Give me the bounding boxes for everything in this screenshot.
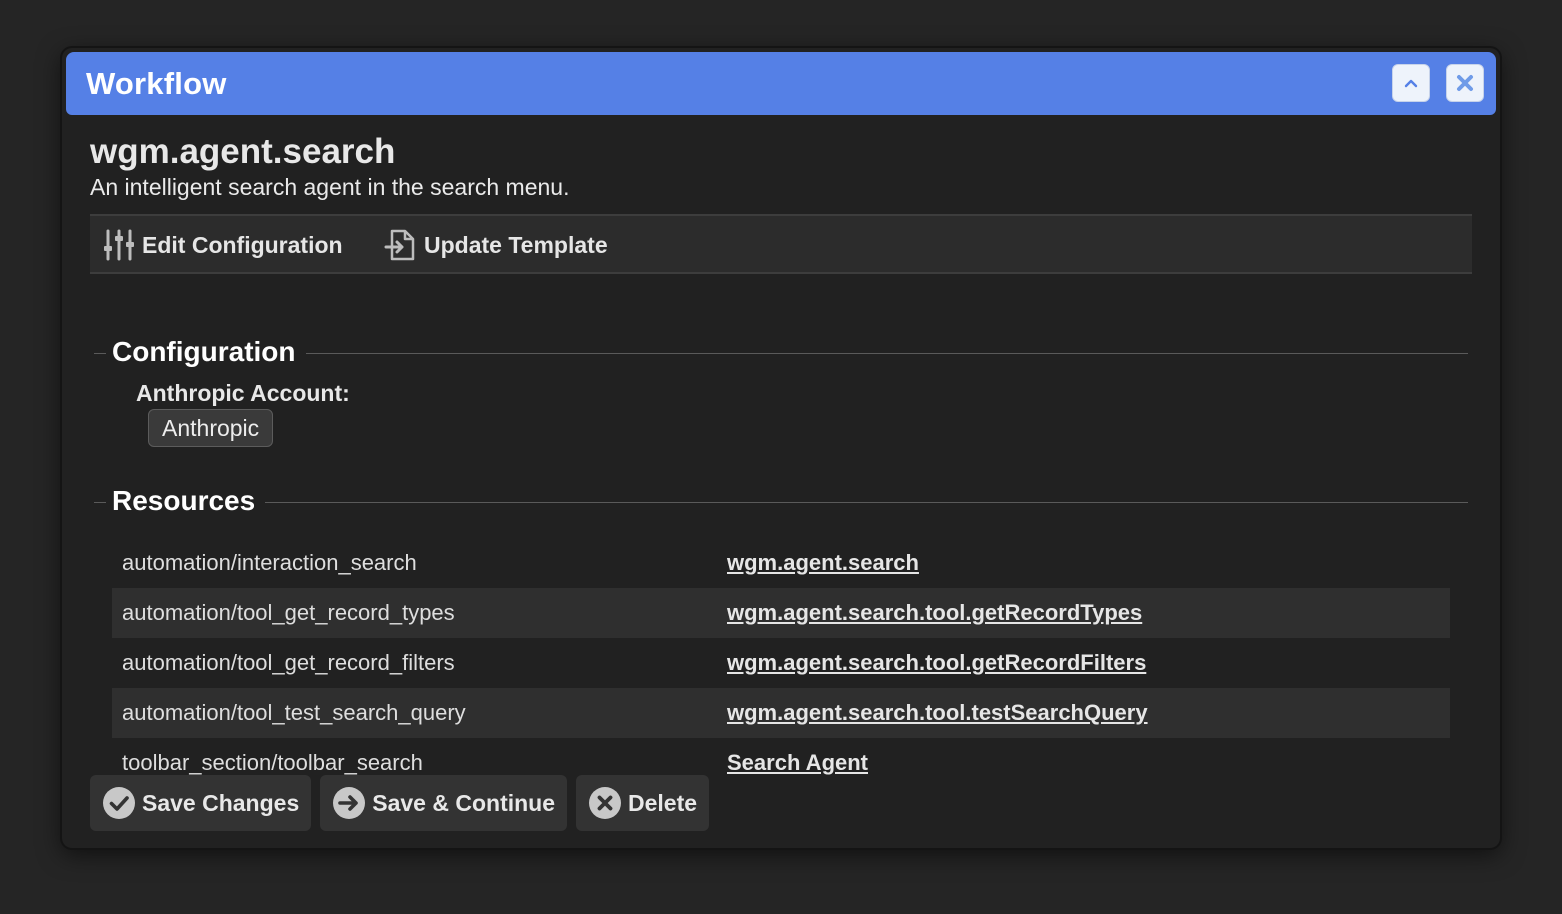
close-button[interactable] (1446, 64, 1484, 102)
edit-configuration-label: Edit Configuration (142, 231, 343, 258)
dialog-footer: Save Changes Save & Continue Delete (90, 775, 718, 831)
resource-key: automation/tool_get_record_types (112, 588, 727, 638)
save-changes-button[interactable]: Save Changes (90, 775, 312, 831)
table-row: automation/tool_test_search_query wgm.ag… (112, 688, 1450, 738)
workflow-toolbar: Edit Configuration Update Template (90, 214, 1472, 274)
resource-key: automation/interaction_search (122, 550, 417, 575)
resource-key: automation/tool_test_search_query (112, 688, 727, 738)
collapse-button[interactable] (1392, 64, 1430, 102)
resource-link[interactable]: Search Agent (727, 750, 868, 775)
table-row: automation/tool_get_record_filters wgm.a… (112, 638, 1450, 688)
resource-link[interactable]: wgm.agent.search (727, 550, 919, 575)
workflow-description: An intelligent search agent in the searc… (90, 174, 570, 200)
resources-section-header: Resources (94, 485, 1468, 517)
resources-heading: Resources (106, 485, 266, 517)
anthropic-account-chip[interactable]: Anthropic (148, 409, 274, 447)
resource-link[interactable]: wgm.agent.search.tool.getRecordFilters (727, 650, 1146, 675)
edit-configuration-button[interactable]: Edit Configuration (102, 228, 343, 262)
update-template-label: Update Template (424, 231, 608, 258)
resource-key: automation/tool_get_record_filters (122, 650, 455, 675)
resource-link[interactable]: wgm.agent.search.tool.getRecordTypes (727, 600, 1142, 625)
check-circle-icon (103, 787, 135, 819)
sliders-icon (104, 229, 134, 261)
workflow-name: wgm.agent.search (90, 132, 396, 171)
update-template-button[interactable]: Update Template (384, 228, 608, 262)
section-divider (94, 502, 1468, 503)
save-continue-button[interactable]: Save & Continue (320, 775, 568, 831)
table-row: automation/tool_get_record_types wgm.age… (112, 588, 1450, 638)
resource-link[interactable]: wgm.agent.search.tool.testSearchQuery (727, 700, 1148, 725)
save-continue-label: Save & Continue (372, 789, 556, 816)
x-circle-icon (589, 787, 622, 819)
configuration-section-header: Configuration (94, 336, 1468, 368)
dialog-titlebar[interactable]: Workflow (66, 52, 1496, 115)
workflow-dialog: Workflow wgm.agent.search An intelligent… (62, 48, 1500, 848)
table-row: automation/interaction_search wgm.agent.… (112, 538, 1450, 588)
anthropic-account-label: Anthropic Account: (136, 380, 350, 406)
dialog-title: Workflow (86, 66, 227, 101)
delete-label: Delete (628, 789, 698, 816)
save-changes-label: Save Changes (142, 789, 300, 816)
arrow-right-circle-icon (333, 787, 366, 819)
close-icon (1457, 75, 1473, 91)
delete-button[interactable]: Delete (576, 775, 710, 831)
configuration-heading: Configuration (106, 336, 306, 368)
file-import-icon (384, 229, 415, 261)
resources-table: automation/interaction_search wgm.agent.… (112, 538, 1450, 788)
chevron-up-icon (1404, 79, 1418, 88)
